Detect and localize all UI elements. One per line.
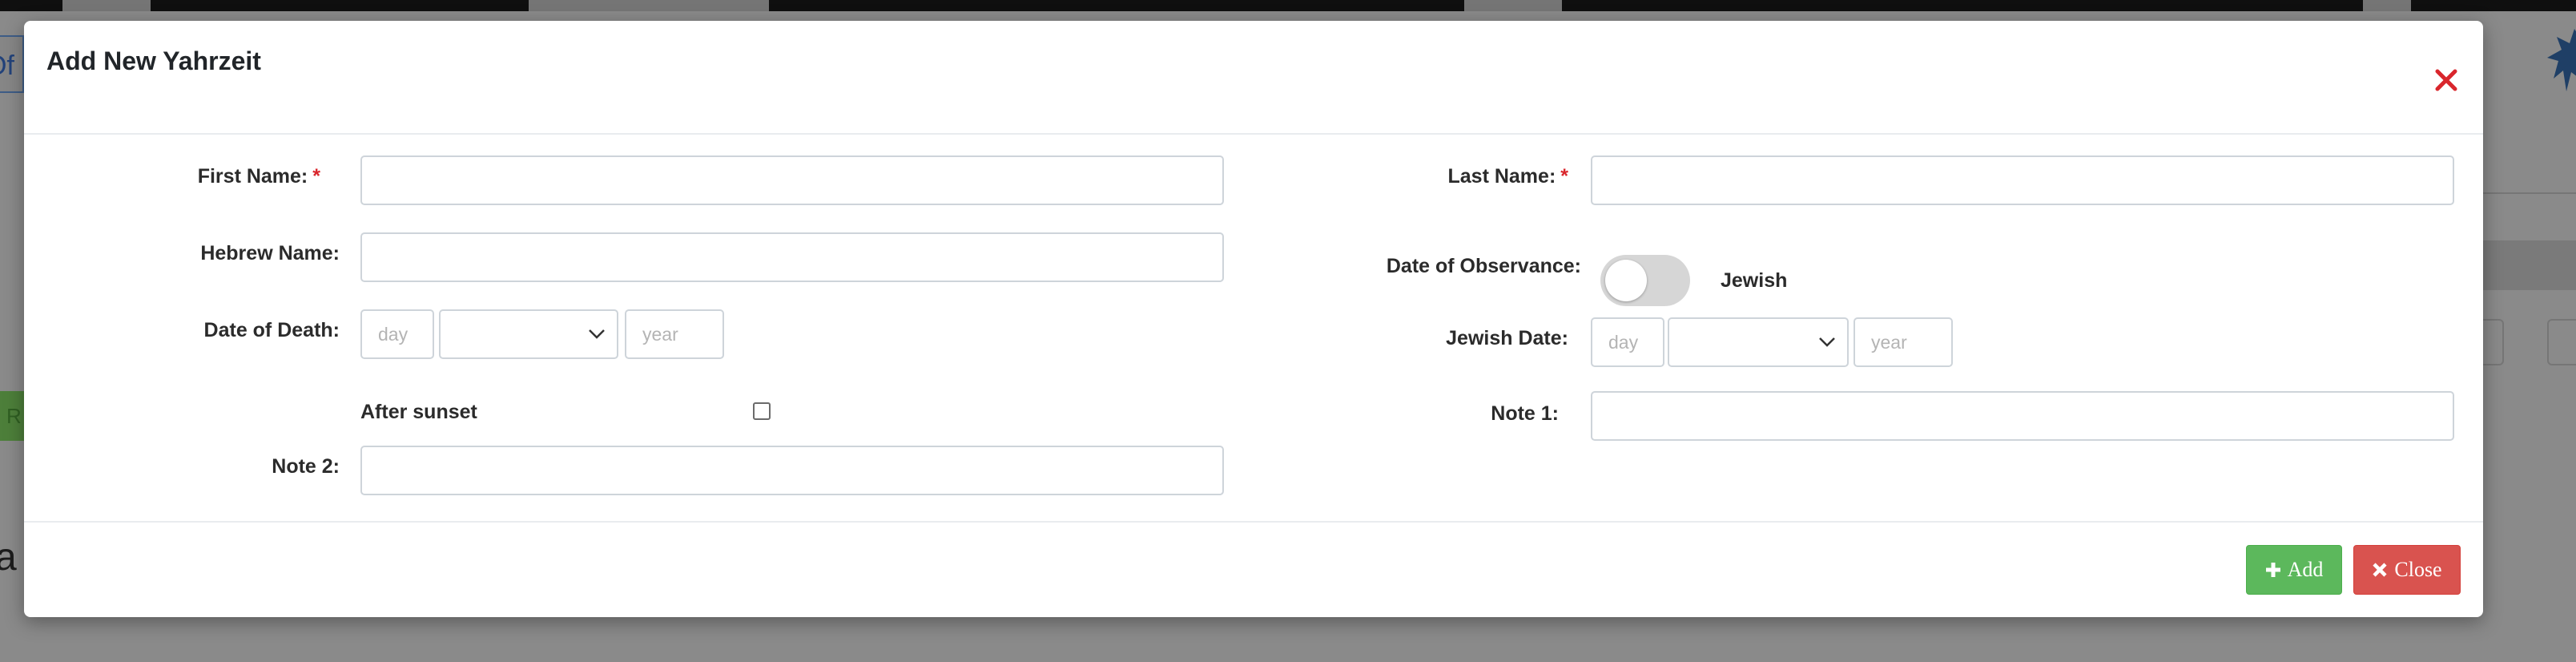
date-of-death-label: Date of Death: (203, 319, 340, 341)
jewish-date-label: Jewish Date: (1446, 327, 1568, 349)
background-heading-fragment: ad (0, 536, 18, 579)
background-divider (2483, 192, 2576, 194)
hebrew-name-input[interactable] (360, 232, 1224, 282)
jewish-date-toggle[interactable] (1600, 255, 1690, 306)
background-tab: Of (0, 35, 24, 93)
close-button[interactable]: Close (2353, 545, 2461, 595)
logo-icon (2547, 29, 2576, 91)
note1-label: Note 1: (1491, 402, 1559, 425)
after-sunset-checkbox[interactable] (753, 402, 771, 420)
add-button-label: Add (2287, 558, 2324, 581)
chevron-down-icon (1819, 337, 1835, 347)
modal-footer: Add Close (24, 521, 2483, 617)
death-year-input[interactable] (625, 309, 724, 359)
jewish-month-select[interactable] (1668, 317, 1849, 367)
death-day-input[interactable] (360, 309, 434, 359)
death-month-select[interactable] (439, 309, 618, 359)
last-name-input[interactable] (1591, 155, 2454, 205)
plus-icon (2265, 563, 2280, 577)
date-of-observance-label: Date of Observance: (1386, 255, 1581, 277)
add-button[interactable]: Add (2246, 545, 2342, 595)
background-top-bar (0, 0, 2576, 11)
hebrew-name-label: Hebrew Name: (200, 242, 340, 264)
note2-label: Note 2: (272, 455, 340, 478)
modal-body: First Name: * Last Name: * Hebrew Name: Da… (24, 135, 2483, 521)
required-marker: * (1560, 165, 1568, 188)
times-icon (2373, 563, 2387, 577)
chevron-down-icon (589, 329, 605, 339)
toggle-knob (1605, 260, 1647, 301)
jewish-year-input[interactable] (1854, 317, 1953, 367)
note1-input[interactable] (1591, 391, 2454, 441)
add-yahrzeit-modal: Add New Yahrzeit First Name: * Last Name:… (24, 21, 2483, 617)
after-sunset-label: After sunset (360, 401, 477, 423)
last-name-label: Last Name: * (1447, 165, 1569, 188)
close-button-label: Close (2394, 558, 2442, 581)
first-name-input[interactable] (360, 155, 1224, 205)
jewish-day-input[interactable] (1591, 317, 1664, 367)
required-marker: * (312, 165, 320, 188)
background-pager (2547, 319, 2576, 365)
toggle-label: Jewish (1721, 269, 1788, 292)
modal-header: Add New Yahrzeit (24, 21, 2483, 135)
modal-title: Add New Yahrzeit (46, 46, 261, 75)
first-name-label: First Name: * (197, 165, 320, 188)
close-icon[interactable] (2430, 64, 2462, 96)
background-table-header (2483, 240, 2576, 290)
note2-input[interactable] (360, 446, 1224, 495)
